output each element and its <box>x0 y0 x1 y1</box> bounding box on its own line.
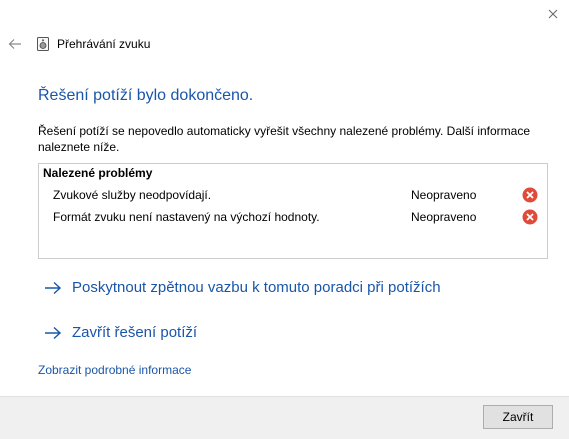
feedback-link-label: Poskytnout zpětnou vazbu k tomuto poradc… <box>72 279 441 296</box>
problem-status: Neopraveno <box>411 188 477 202</box>
error-icon <box>522 209 538 225</box>
problem-description: Zvukové služby neodpovídají. <box>53 188 212 202</box>
window-title: Přehrávání zvuku <box>57 37 151 51</box>
error-icon <box>522 187 538 203</box>
footer-bar: Zavřít <box>0 396 569 439</box>
arrow-right-icon <box>44 281 62 295</box>
arrow-right-icon <box>44 326 62 340</box>
back-button[interactable] <box>8 37 22 49</box>
window-close-button[interactable] <box>545 6 561 22</box>
speaker-icon <box>37 37 49 51</box>
close-button[interactable]: Zavřít <box>483 405 553 429</box>
problems-panel: Nalezené problémy Zvukové služby neodpov… <box>38 163 548 259</box>
page-heading: Řešení potíží bylo dokončeno. <box>38 87 254 104</box>
back-arrow-icon <box>8 39 21 49</box>
page-description: Řešení potíží se nepovedlo automaticky v… <box>38 124 531 154</box>
problem-row: Zvukové služby neodpovídají. Neopraveno <box>39 186 547 206</box>
problem-status: Neopraveno <box>411 210 477 224</box>
problem-row: Formát zvuku není nastavený na výchozí h… <box>39 208 547 228</box>
problems-header: Nalezené problémy <box>43 166 153 180</box>
close-icon <box>548 9 558 19</box>
view-details-link[interactable]: Zobrazit podrobné informace <box>38 363 191 378</box>
close-troubleshooter-label: Zavřít řešení potíží <box>72 324 198 341</box>
problem-description: Formát zvuku není nastavený na výchozí h… <box>53 210 320 224</box>
